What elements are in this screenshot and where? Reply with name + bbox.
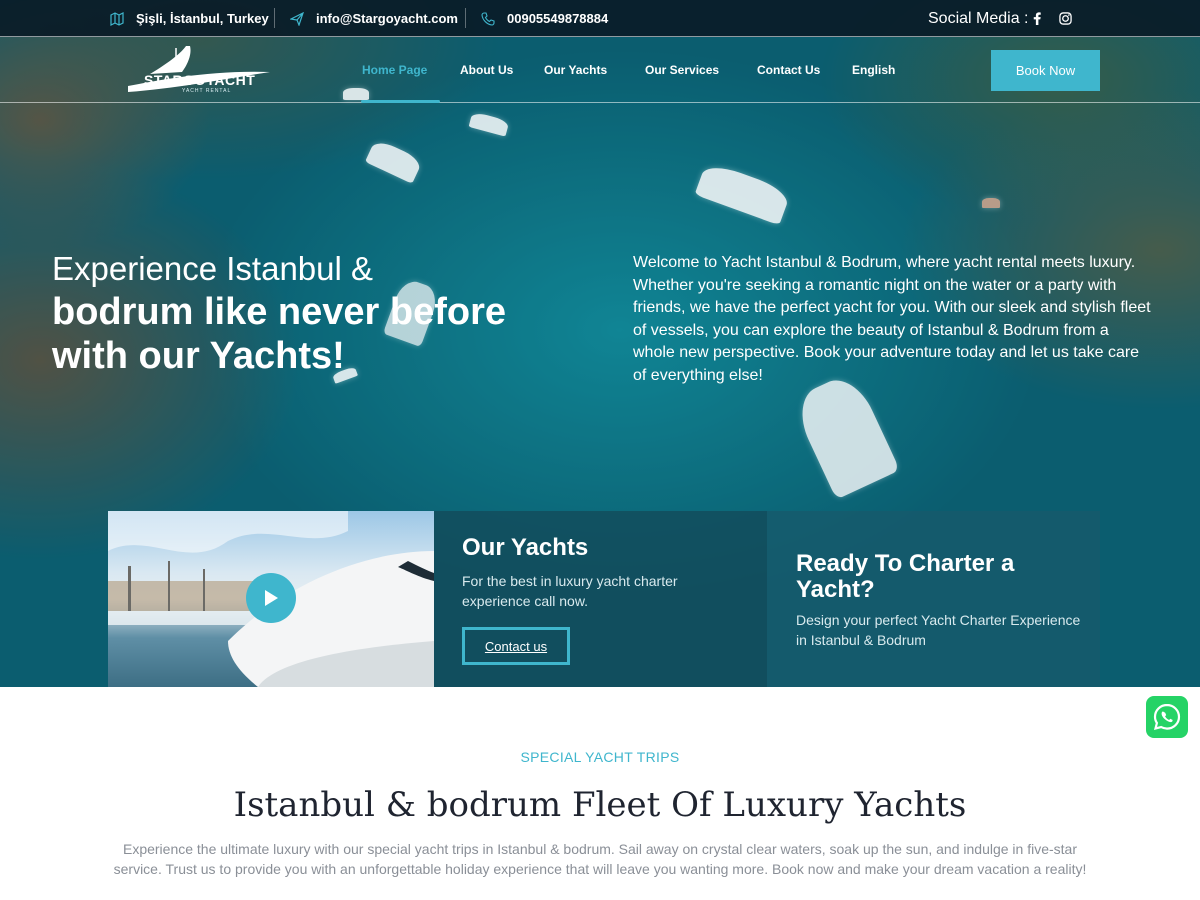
email-item[interactable]: info@Stargoyacht.com (290, 0, 458, 37)
whatsapp-icon (1153, 703, 1181, 731)
nav-our-yachts[interactable]: Our Yachts (544, 37, 607, 103)
phone-item[interactable]: 00905549878884 (481, 0, 608, 37)
social-media-label: Social Media : (928, 9, 1029, 27)
our-yachts-card-title: Our Yachts (462, 534, 589, 561)
top-info-bar: Şişli, İstanbul, Turkey info@Stargoyacht… (0, 0, 1200, 37)
instagram-icon[interactable] (1058, 11, 1072, 25)
logo-subtext: YACHT RENTAL (182, 88, 232, 94)
section-title: Istanbul & bodrum Fleet Of Luxury Yachts (233, 785, 967, 825)
nav-our-services[interactable]: Our Services (645, 37, 719, 103)
facebook-icon[interactable] (1030, 11, 1044, 25)
email-link[interactable]: info@Stargoyacht.com (316, 11, 458, 26)
hero-title-line2: bodrum like never before with our Yachts… (52, 291, 507, 377)
map-icon (110, 11, 124, 26)
nav-home-page[interactable]: Home Page (362, 37, 427, 103)
section-description: Experience the ultimate luxury with our … (113, 841, 1087, 877)
phone-link[interactable]: 00905549878884 (507, 11, 608, 26)
nav-about-us[interactable]: About Us (460, 37, 513, 103)
location-item: Şişli, İstanbul, Turkey (110, 0, 269, 37)
yacht-decoration (982, 198, 1000, 208)
nav-language-english[interactable]: English (852, 37, 895, 103)
charter-card-title: Ready To Charter a Yacht? (796, 550, 1015, 603)
location-text: Şişli, İstanbul, Turkey (136, 11, 269, 26)
logo-wordmark: STARGOYACHT (144, 72, 256, 88)
send-icon (290, 11, 304, 26)
active-nav-indicator (361, 100, 440, 103)
hero-title-line1: Experience Istanbul & (52, 250, 374, 287)
stargoyacht-logo[interactable]: STARGOYACHT YACHT RENTAL (120, 44, 272, 96)
section-eyebrow: SPECIAL YACHT TRIPS (520, 749, 680, 765)
play-video-button[interactable] (246, 573, 296, 623)
book-now-button[interactable]: Book Now (991, 50, 1100, 91)
contact-us-button[interactable]: Contact us (462, 627, 570, 665)
phone-icon (481, 11, 495, 26)
nav-contact-us[interactable]: Contact Us (757, 37, 820, 103)
play-icon (265, 590, 278, 606)
charter-card: Ready To Charter a Yacht? Design your pe… (767, 511, 1100, 687)
hero-description: Welcome to Yacht Istanbul & Bodrum, wher… (633, 254, 1151, 384)
charter-card-text: Design your perfect Yacht Charter Experi… (796, 612, 1081, 648)
our-yachts-card-text: For the best in luxury yacht charter exp… (462, 573, 678, 609)
whatsapp-chat-button[interactable] (1146, 696, 1188, 738)
topbar-divider (465, 8, 466, 28)
topbar-divider (274, 8, 275, 28)
